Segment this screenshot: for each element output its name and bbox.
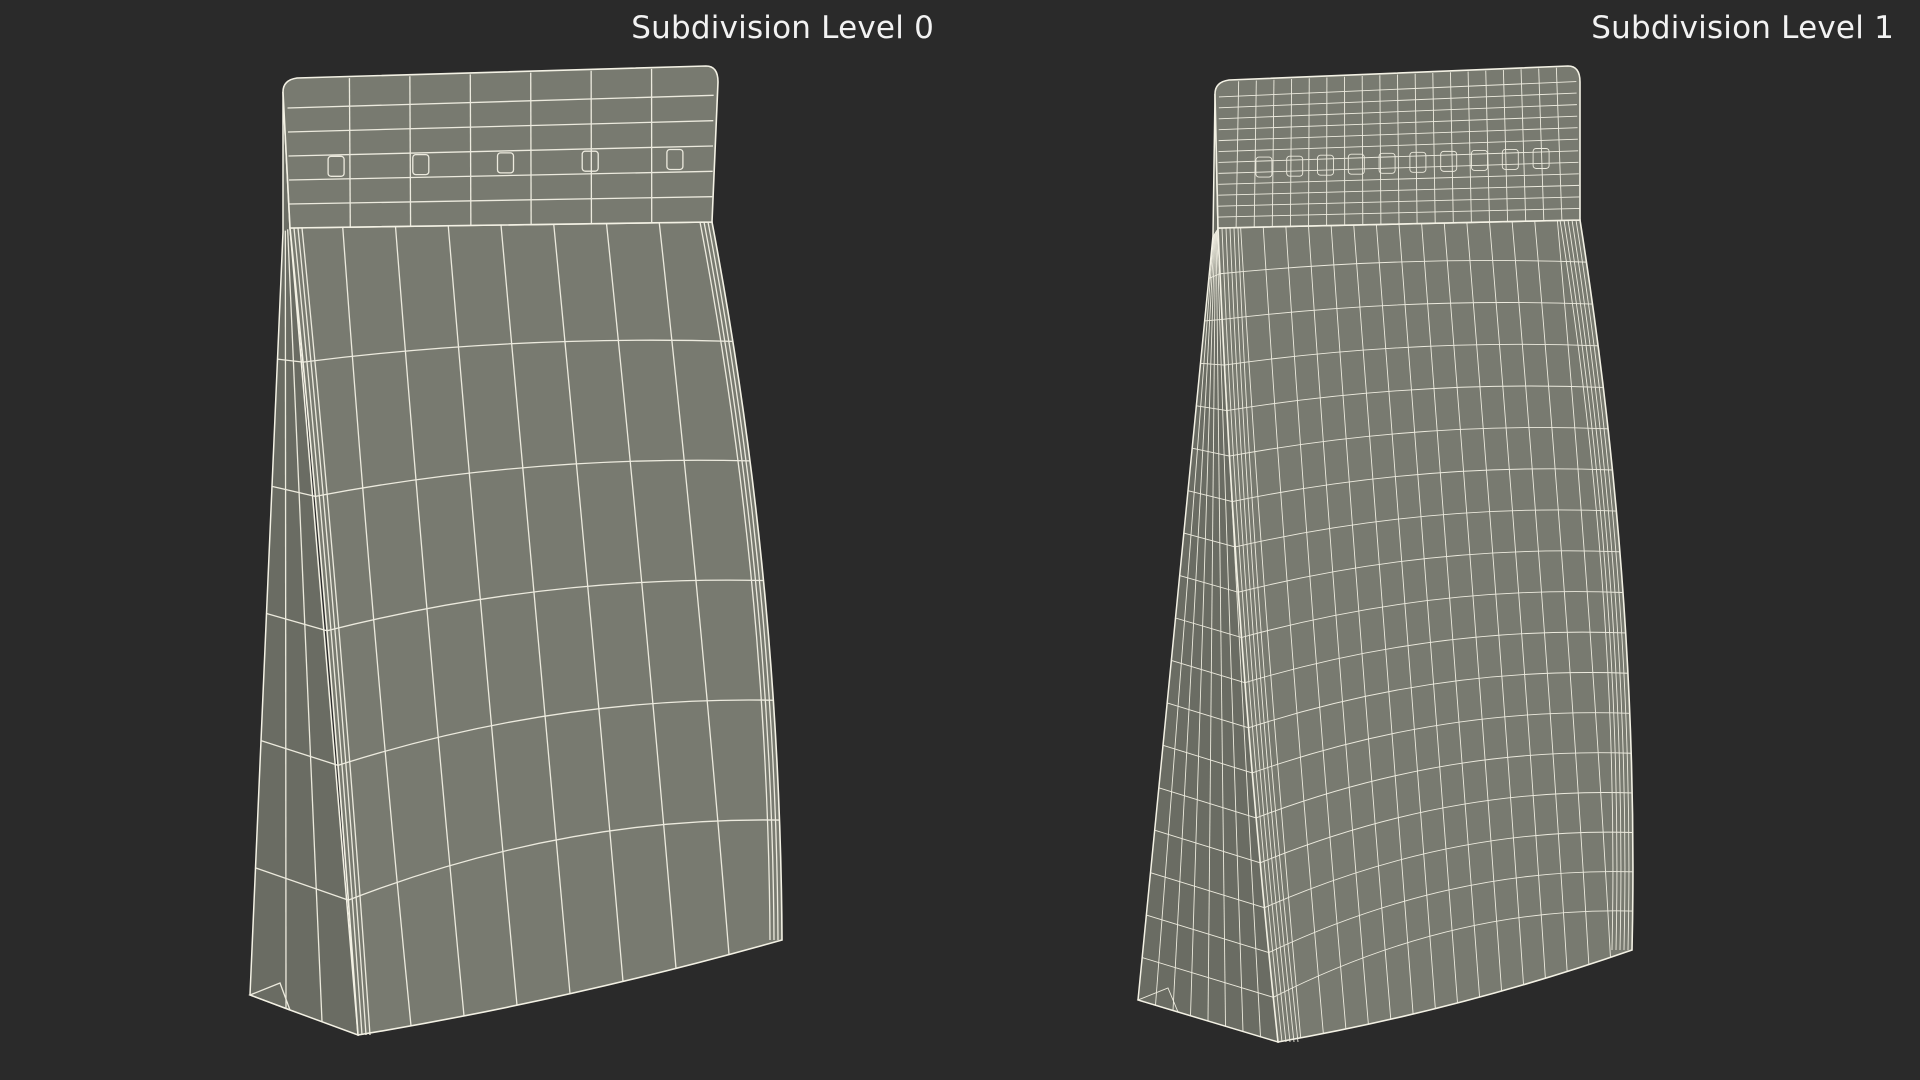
pouch-level-0: [248, 65, 783, 1037]
pouch-level-1: [1136, 65, 1634, 1044]
viewport: Subdivision Level 0 Subdivision Level 1: [0, 0, 1920, 1080]
pouch-0-front-panel: [289, 221, 783, 1036]
wireframe-render: [248, 65, 1634, 1044]
pouch-1-front-panel: [1217, 219, 1634, 1043]
